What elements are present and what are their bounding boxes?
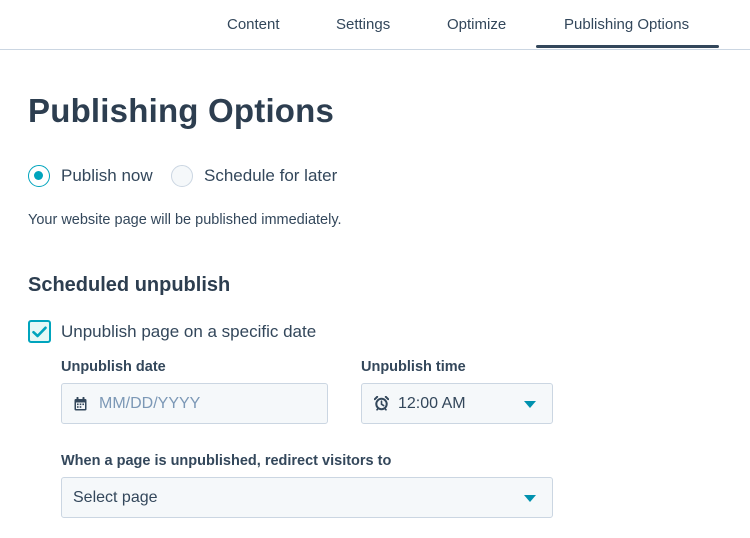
caret-down-icon (524, 401, 536, 408)
tab-publishing-options[interactable]: Publishing Options (564, 16, 689, 33)
caret-down-icon (524, 495, 536, 502)
unpublish-date-placeholder: MM/DD/YYYY (99, 394, 201, 412)
publish-now-option[interactable]: Publish now (28, 165, 153, 187)
schedule-for-later-option[interactable]: Schedule for later (171, 165, 337, 187)
unpublish-on-date-option[interactable]: Unpublish page on a specific date (28, 320, 316, 343)
unpublish-on-date-checkbox[interactable] (28, 320, 51, 343)
unpublish-date-label: Unpublish date (61, 359, 166, 375)
tab-content[interactable]: Content (227, 16, 280, 33)
tab-bar: Content Settings Optimize Publishing Opt… (0, 0, 750, 50)
unpublish-time-select[interactable]: 12:00 AM (361, 383, 553, 424)
calendar-icon (74, 397, 87, 411)
tab-settings[interactable]: Settings (336, 16, 390, 33)
publish-now-radio[interactable] (28, 165, 50, 187)
publish-help-text: Your website page will be published imme… (28, 212, 342, 228)
redirect-page-select[interactable]: Select page (61, 477, 553, 518)
checkmark-icon (32, 326, 47, 337)
unpublish-time-label: Unpublish time (361, 359, 466, 375)
tab-optimize[interactable]: Optimize (447, 16, 506, 33)
schedule-for-later-label: Schedule for later (204, 166, 338, 185)
scheduled-unpublish-heading: Scheduled unpublish (28, 274, 231, 296)
active-tab-indicator (536, 45, 719, 48)
unpublish-date-input[interactable]: MM/DD/YYYY (61, 383, 328, 424)
unpublish-on-date-label: Unpublish page on a specific date (61, 321, 317, 341)
redirect-page-placeholder: Select page (73, 488, 158, 506)
unpublish-time-value: 12:00 AM (398, 394, 466, 412)
page-title: Publishing Options (28, 92, 335, 129)
redirect-label: When a page is unpublished, redirect vis… (61, 453, 392, 469)
alarm-clock-icon (374, 396, 389, 411)
publish-now-label: Publish now (61, 166, 153, 185)
schedule-for-later-radio[interactable] (171, 165, 193, 187)
